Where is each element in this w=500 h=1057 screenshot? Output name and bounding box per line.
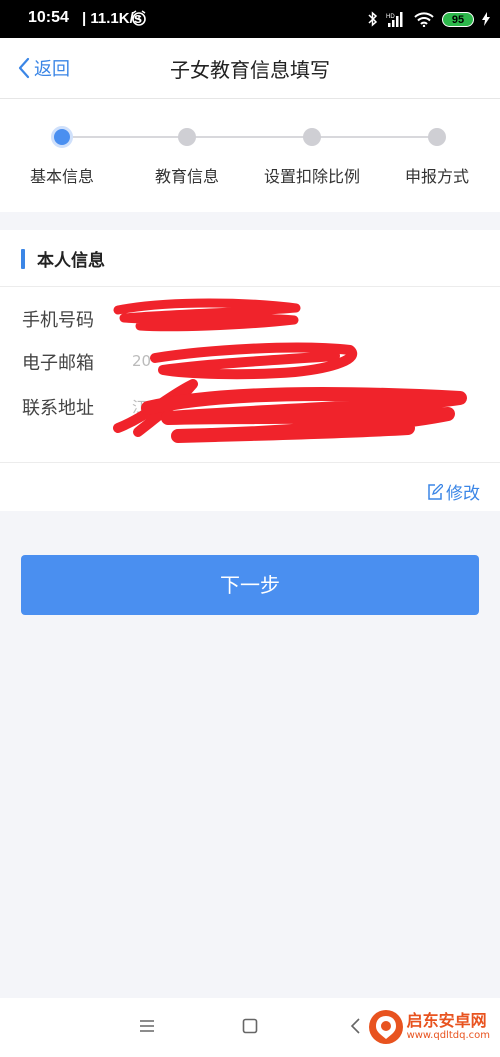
personal-info-card: 本人信息 手机号码 电子邮箱 20 联系地址 江 修改 xyxy=(0,230,500,511)
wifi-icon xyxy=(414,12,434,27)
step-label-basic-info: 基本信息 xyxy=(29,167,94,186)
status-icons: HD 95 xyxy=(368,9,490,29)
battery-icon: 95 xyxy=(442,11,474,27)
redaction-address xyxy=(113,379,467,443)
step-label-education-info: 教育信息 xyxy=(154,167,219,186)
status-time: 10:54 xyxy=(28,9,69,26)
stepper-track xyxy=(62,136,437,138)
phone-label: 手机号码 xyxy=(22,310,94,331)
watermark-name: 启东安卓网 xyxy=(406,1011,487,1030)
back-nav-icon[interactable] xyxy=(349,1017,361,1035)
next-step-button[interactable]: 下一步 xyxy=(21,555,479,615)
alarm-icon xyxy=(132,10,146,26)
home-icon[interactable] xyxy=(242,1018,258,1034)
email-label: 电子邮箱 xyxy=(22,353,94,374)
card-header: 本人信息 xyxy=(0,230,500,287)
address-label: 联系地址 xyxy=(22,398,94,419)
status-bar: 10:54 | 11.1K/s HD 95 xyxy=(0,0,500,38)
card-title: 本人信息 xyxy=(37,251,105,271)
step-dot-2 xyxy=(178,128,196,146)
section-marker xyxy=(21,249,25,269)
step-label-report-method: 申报方式 xyxy=(404,167,469,186)
step-dot-4 xyxy=(428,128,446,146)
step-dot-3 xyxy=(303,128,321,146)
nav-bar: 返回 子女教育信息填写 xyxy=(0,38,500,99)
step-label-deduction-ratio: 设置扣除比例 xyxy=(263,167,360,186)
menu-icon[interactable] xyxy=(138,1018,156,1034)
card-divider xyxy=(0,462,500,463)
edit-button[interactable]: 修改 xyxy=(427,479,480,504)
page-title: 子女教育信息填写 xyxy=(170,58,330,82)
svg-text:HD: HD xyxy=(386,14,395,20)
redaction-phone xyxy=(113,298,301,332)
signal-icon: HD xyxy=(386,12,403,27)
bluetooth-icon xyxy=(368,11,378,27)
watermark-logo-icon xyxy=(368,1010,403,1044)
watermark-url: www.qdltdq.com xyxy=(406,1030,490,1041)
step-dot-1 xyxy=(51,126,73,148)
progress-stepper: 基本信息 教育信息 设置扣除比例 申报方式 xyxy=(0,99,500,212)
charging-icon xyxy=(482,12,490,26)
edit-icon xyxy=(428,483,443,500)
edit-label: 修改 xyxy=(446,484,480,504)
watermark: 启东安卓网 www.qdltdq.com xyxy=(368,1010,490,1044)
